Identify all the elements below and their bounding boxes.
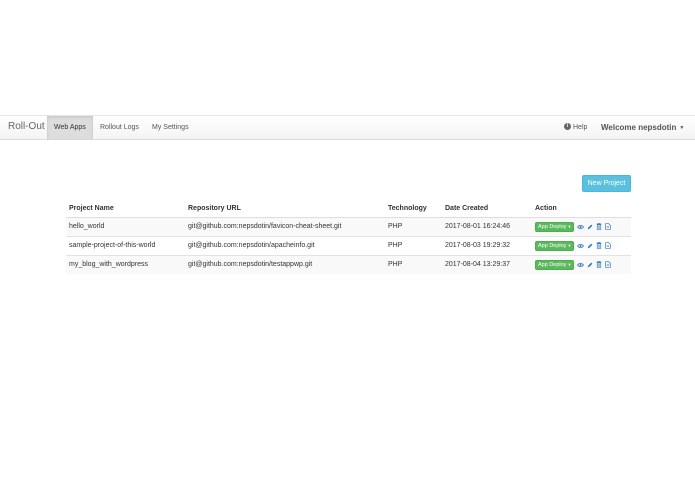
caret-down-icon: ▼ (567, 223, 572, 229)
cell-date-created: 2017-08-04 13:29:37 (442, 254, 532, 274)
header-repository-url: Repository URL (185, 200, 385, 218)
cell-repository-url: git@github.com:nepsdotin/favicon-cheat-s… (185, 216, 385, 236)
app-deploy-label: App Deploy (538, 242, 567, 249)
app-deploy-button[interactable]: App Deploy▼ (535, 259, 575, 270)
cell-technology: PHP (385, 216, 442, 236)
header-technology: Technology (385, 200, 442, 218)
table-header-row: Project Name Repository URL Technology D… (66, 200, 631, 218)
info-circle-icon: i (564, 122, 571, 130)
cell-date-created: 2017-08-01 16:24:46 (442, 216, 532, 236)
top-navbar: Roll-Out Web Apps Rollout Logs My Settin… (0, 115, 695, 140)
eye-icon[interactable] (577, 262, 585, 268)
document-icon[interactable] (605, 242, 612, 249)
pencil-icon[interactable] (587, 224, 593, 230)
table-row: sample-project-of-this-world git@github.c… (66, 235, 631, 255)
app-deploy-button[interactable]: App Deploy▼ (535, 240, 575, 251)
app-deploy-label: App Deploy (538, 261, 567, 268)
user-menu-toggle[interactable]: Welcome nepsdotin ▼ (601, 116, 684, 140)
header-project-name: Project Name (66, 200, 185, 218)
welcome-label: Welcome nepsdotin (601, 123, 677, 133)
app-deploy-button[interactable]: App Deploy▼ (535, 221, 575, 232)
pencil-icon[interactable] (587, 243, 593, 249)
cell-project-name: hello_world (66, 216, 185, 236)
header-action: Action (532, 200, 631, 218)
trash-icon[interactable] (596, 261, 602, 269)
cell-project-name: my_blog_with_wordpress (66, 254, 185, 274)
table-row: my_blog_with_wordpress git@github.com:nep… (66, 254, 631, 274)
eye-icon[interactable] (577, 243, 585, 249)
nav-rollout-logs[interactable]: Rollout Logs (93, 116, 146, 140)
cell-action: App Deploy▼ (532, 235, 631, 255)
app-deploy-label: App Deploy (538, 223, 567, 230)
header-date-created: Date Created (442, 200, 532, 218)
cell-action: App Deploy▼ (532, 254, 631, 274)
pencil-icon[interactable] (587, 262, 593, 268)
trash-icon[interactable] (596, 223, 602, 230)
cell-repository-url: git@github.com:nepsdotin/testappwp.git (185, 254, 385, 274)
eye-icon[interactable] (577, 224, 585, 230)
help-label: Help (573, 124, 588, 131)
trash-icon[interactable] (596, 242, 602, 249)
table-row: hello_world git@github.com:nepsdotin/favi… (66, 216, 631, 236)
cell-date-created: 2017-08-03 19:29:32 (442, 235, 532, 255)
cell-repository-url: git@github.com:nepsdotin/apacheinfo.git (185, 235, 385, 255)
caret-down-icon: ▼ (679, 125, 685, 131)
cell-action: App Deploy▼ (532, 216, 631, 236)
document-icon[interactable] (605, 223, 612, 230)
cell-project-name: sample-project-of-this-world (66, 235, 185, 255)
caret-down-icon: ▼ (567, 242, 572, 248)
caret-down-icon: ▼ (567, 261, 572, 267)
cell-technology: PHP (385, 254, 442, 274)
cell-technology: PHP (385, 235, 442, 255)
new-project-button[interactable]: New Project (582, 175, 631, 192)
nav-web-apps[interactable]: Web Apps (47, 116, 93, 140)
help-link[interactable]: i Help (564, 116, 587, 140)
brand-logo[interactable]: Roll-Out (8, 121, 45, 132)
nav-my-settings[interactable]: My Settings (145, 116, 196, 140)
projects-table: Project Name Repository URL Technology D… (66, 200, 631, 274)
document-icon[interactable] (605, 261, 612, 269)
